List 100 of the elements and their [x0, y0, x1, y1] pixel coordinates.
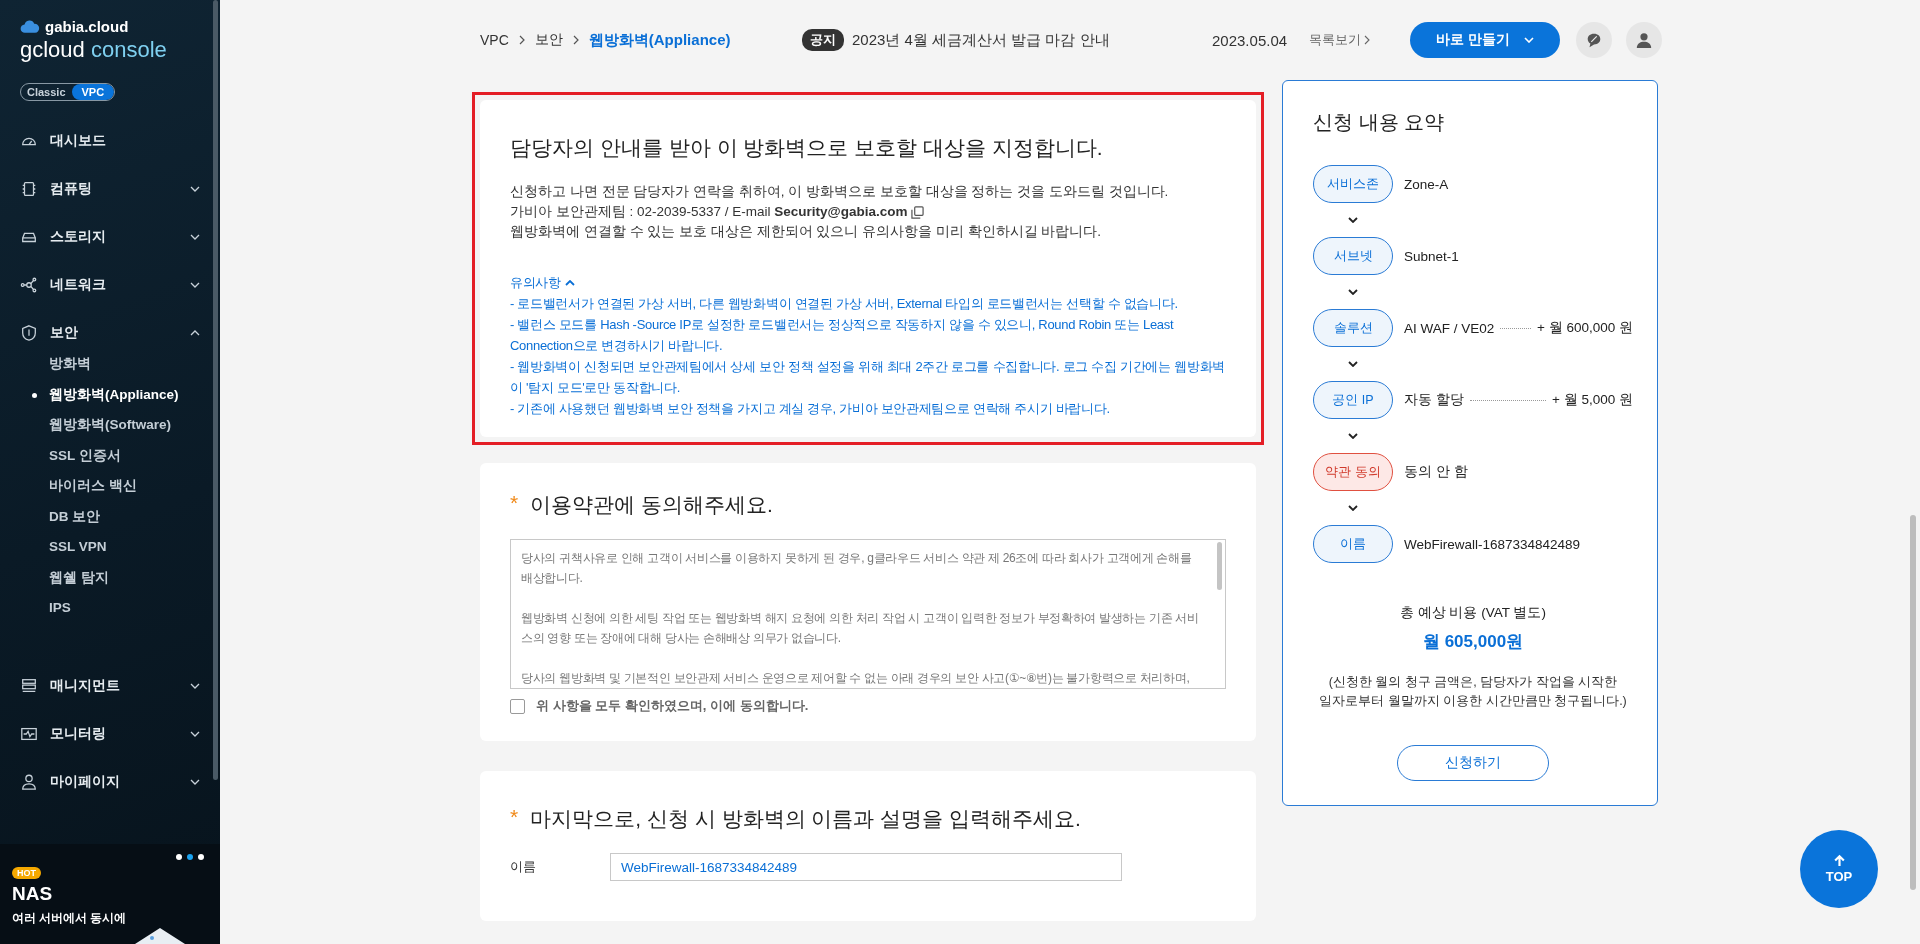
step-value: Zone-A — [1404, 176, 1449, 192]
chevron-down-icon — [190, 778, 200, 785]
field-label: 이름 — [510, 858, 537, 876]
carousel-dot[interactable] — [198, 854, 204, 860]
notice-item: - 로드밸런서가 연결된 가상 서버, 다른 웹방화벽이 연결된 가상 서버, External 타입의 로드밸런서는 선택할 수 없습니다. — [510, 295, 1179, 313]
menu-item[interactable]: 스토리지 — [0, 213, 220, 261]
chat-button[interactable] — [1576, 22, 1613, 58]
chevron-down-icon — [190, 730, 200, 737]
leader-line — [1500, 327, 1532, 329]
scrollbar[interactable] — [213, 0, 218, 780]
list-link[interactable]: 목록보기 — [1309, 31, 1371, 49]
chevron-down-icon — [1348, 505, 1358, 511]
chevron-down-icon — [190, 682, 200, 689]
billing-note: 일자로부터 월말까지 이용한 시간만큼만 청구됩니다.) — [1318, 693, 1628, 710]
step-pill[interactable]: 이름 — [1313, 525, 1393, 563]
carousel-dot[interactable] — [176, 854, 182, 860]
menu-item[interactable]: 네트워크 — [0, 261, 220, 309]
server-rack-icon — [20, 676, 38, 695]
chevron-down-icon — [1348, 217, 1358, 223]
submenu-item[interactable]: 바이러스 백신 — [0, 471, 220, 502]
step-pill[interactable]: 공인 IP — [1313, 381, 1393, 419]
promo-text: 여러 서버에서 동시에 — [12, 911, 128, 926]
step-value: 자동 할당 — [1404, 391, 1464, 409]
breadcrumb-item[interactable]: 웹방화벽(Appliance) — [588, 30, 731, 50]
submenu-item[interactable]: 웹방화벽(Software) — [0, 410, 220, 441]
menu-item[interactable]: 대시보드 — [0, 117, 220, 165]
chevron-right-icon — [1364, 35, 1371, 45]
step-value: AI WAF / VE02 — [1404, 320, 1495, 336]
step-price: + 월 600,000 원 — [1537, 319, 1633, 337]
submit-button[interactable]: 신청하기 — [1397, 745, 1549, 781]
section-title: 마지막으로, 신청 시 방화벽의 이름과 설명을 입력해주세요. — [530, 806, 1081, 832]
required-mark: * — [510, 491, 519, 516]
chip-icon — [20, 180, 38, 198]
menu-item[interactable]: 컴퓨팅 — [0, 165, 220, 213]
top-button[interactable]: TOP — [1800, 830, 1878, 908]
notice-item: - 밸런스 모드를 Hash -Source IP로 설정한 로드밸런서는 정상적으로 작동하지 않을 수 있으니, Round Robin 또는 Least Connection으로 변경하시기 바랍니다. — [510, 316, 1175, 355]
cloud-logo-icon — [20, 19, 40, 34]
submenu-item[interactable]: SSL 인증서 — [0, 440, 220, 471]
billing-note: (신청한 월의 청구 금액은, 담당자가 작업을 시작한 — [1327, 674, 1619, 691]
total-price: 월 605,000원 — [1421, 631, 1525, 653]
notes-toggle[interactable]: 유의사항 — [510, 272, 575, 293]
chevron-right-icon — [518, 35, 525, 45]
submenu-item[interactable]: 웹방화벽(Appliance) — [0, 379, 220, 410]
step-pill[interactable]: 솔루션 — [1313, 309, 1393, 347]
submenu-item[interactable]: 웹쉘 탐지 — [0, 562, 220, 593]
agree-label[interactable]: 위 사항을 모두 확인하였으며, 이에 동의합니다. — [536, 697, 809, 715]
breadcrumb-item[interactable]: VPC — [480, 32, 509, 48]
terms-textbox[interactable]: 당사의 귀책사유로 인해 고객이 서비스를 이용하지 못하게 된 경우, g클라우드 서비스 약관 제 26조에 따라 회사가 고객에게 손해를 배상합니다. 웹방화벽 신청에 의한 세팅 작업 또는 웹방화벽 해지 요청에 의한 처리 작업 시 고객이 입력한 정보가 부정확하여 발생하는 기존 서비스의 영향 또는 장애에 대해 당사는 손해배상 의무가 없습니다. 당사의 웹방화벽 및 기본적인 보안관제 서비스 운영으로 제어할 수 없는 아래 경우의 보안 사고(①~⑧번)는 불가항력으로 처리하며, — [510, 539, 1226, 689]
breadcrumb-item[interactable]: 보안 — [534, 31, 563, 49]
step-value: Subnet-1 — [1404, 248, 1459, 264]
info-text: 신청하고 나면 전문 담당자가 연락을 취하여, 이 방화벽으로 보호할 대상을 정하는 것을 도와드릴 것입니다. — [510, 183, 1169, 201]
step-pill[interactable]: 서비스존 — [1313, 165, 1393, 203]
submenu-item[interactable]: SSL VPN — [0, 532, 220, 563]
chevron-down-icon — [1348, 361, 1358, 367]
mode-tab[interactable]: Classic — [21, 84, 72, 100]
chevron-down-icon — [190, 186, 200, 192]
mode-tab[interactable]: VPC — [71, 84, 115, 100]
notice-link[interactable]: 2023년 4월 세금계산서 발급 마감 안내 — [852, 30, 1212, 50]
create-button[interactable]: 바로 만들기 — [1410, 22, 1561, 58]
step-value: WebFirewall-1687334842489 — [1404, 536, 1581, 552]
brand-name: gabia.cloud — [45, 18, 129, 35]
person-icon — [20, 772, 38, 791]
account-button[interactable] — [1626, 22, 1663, 58]
step-pill[interactable]: 서브넷 — [1313, 237, 1393, 275]
step-value: 동의 안 함 — [1404, 463, 1468, 481]
notice-date: 2023.05.04 — [1212, 31, 1288, 49]
name-input[interactable]: WebFirewall-1687334842489 — [610, 853, 1122, 881]
arrow-up-icon — [1832, 854, 1846, 867]
submenu-item[interactable]: IPS — [0, 593, 220, 624]
hot-badge: HOT — [12, 867, 41, 879]
console-title: gcloud console — [20, 37, 168, 63]
summary-title: 신청 내용 요약 — [1313, 110, 1446, 135]
total-label: 총 예상 비용 (VAT 별도) — [1399, 604, 1547, 622]
step-price: + 월 5,000 원 — [1552, 391, 1633, 409]
info-text: 가비아 보안관제팀 : 02-2039-5337 / E-mail Security@gabia.com — [510, 203, 908, 221]
menu-item[interactable]: 모니터링 — [0, 709, 220, 758]
section-title: 이용약관에 동의해주세요. — [530, 492, 773, 518]
required-mark: * — [510, 805, 519, 830]
section-title: 담당자의 안내를 받아 이 방화벽으로 보호할 대상을 지정합니다. — [510, 135, 1104, 161]
menu-item[interactable]: 매니지먼트 — [0, 661, 220, 710]
notice-item: - 기존에 사용했던 웹방화벽 보안 정책을 가지고 계실 경우, 가비아 보안관제팀으로 연락해 주시기 바랍니다. — [510, 400, 1111, 418]
chevron-down-icon — [1524, 37, 1534, 43]
agree-checkbox[interactable] — [510, 698, 525, 714]
step-pill[interactable]: 약관 동의 — [1313, 453, 1393, 491]
chevron-down-icon — [1348, 433, 1358, 439]
chevron-down-icon — [190, 282, 200, 288]
promo-banner[interactable]: HOT NAS 여러 서버에서 동시에 — [0, 844, 220, 944]
menu-item[interactable]: 마이페이지 — [0, 757, 220, 806]
scrollbar[interactable] — [1910, 515, 1916, 890]
network-icon — [20, 276, 38, 294]
chevron-right-icon — [572, 35, 579, 45]
chevron-up-icon — [564, 279, 575, 286]
carousel-dot[interactable] — [187, 854, 193, 860]
promo-title: NAS — [12, 883, 54, 905]
submenu-item[interactable]: DB 보안 — [0, 501, 220, 532]
copy-icon[interactable] — [910, 205, 924, 219]
info-text: 웹방화벽에 연결할 수 있는 보호 대상은 제한되어 있으니 유의사항을 미리 확인하시길 바랍니다. — [510, 223, 1101, 241]
notice-item: - 웹방화벽이 신청되면 보안관제팀에서 상세 보안 정책 설정을 위해 최대 2주간 로그를 수집합니다. 로그 수집 기간에는 웹방화벽이 '탐지 모드'로만 동작합니다. — [510, 358, 1226, 397]
chevron-down-icon — [190, 234, 200, 240]
notice-badge: 공지 — [802, 29, 844, 51]
